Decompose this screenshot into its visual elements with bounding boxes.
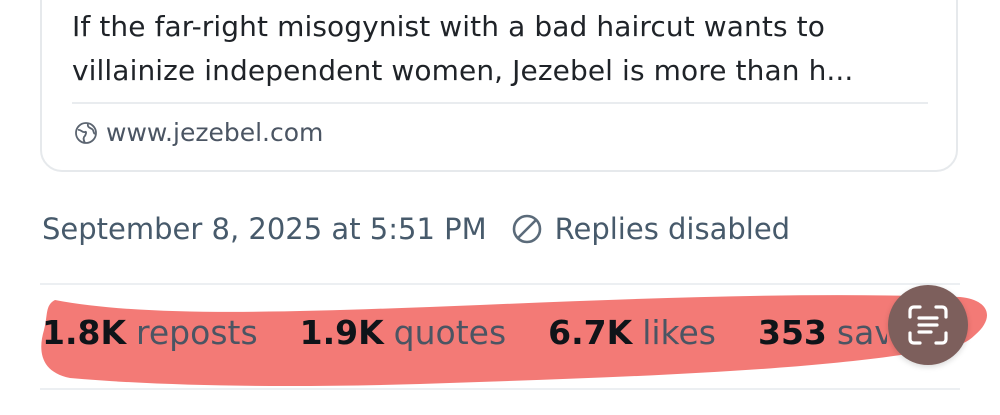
- divider: [40, 388, 960, 390]
- divider: [40, 283, 960, 285]
- card-divider: [72, 102, 928, 104]
- live-text-scan-button[interactable]: [888, 285, 968, 365]
- stat-likes[interactable]: 6.7K likes: [548, 313, 716, 352]
- engagement-stats: 1.8K reposts 1.9K quotes 6.7K likes 353 …: [42, 313, 887, 352]
- link-domain-row: www.jezebel.com: [74, 118, 323, 147]
- link-description: If the far-right misogynist with a bad h…: [72, 10, 854, 87]
- stat-quotes[interactable]: 1.9K quotes: [300, 313, 507, 352]
- ban-icon: [511, 213, 543, 245]
- live-text-scan-icon: [906, 303, 950, 347]
- stat-reposts[interactable]: 1.8K reposts: [42, 313, 258, 352]
- link-domain: www.jezebel.com: [106, 118, 324, 147]
- replies-status: Replies disabled: [554, 212, 791, 246]
- globe-icon: [74, 121, 98, 145]
- stat-saves[interactable]: 353 saves: [758, 313, 887, 352]
- post-meta-row: September 8, 2025 at 5:51 PM Replies dis…: [42, 212, 790, 246]
- post-timestamp: September 8, 2025 at 5:51 PM: [42, 212, 487, 246]
- link-preview-card[interactable]: If the far-right misogynist with a bad h…: [40, 0, 958, 172]
